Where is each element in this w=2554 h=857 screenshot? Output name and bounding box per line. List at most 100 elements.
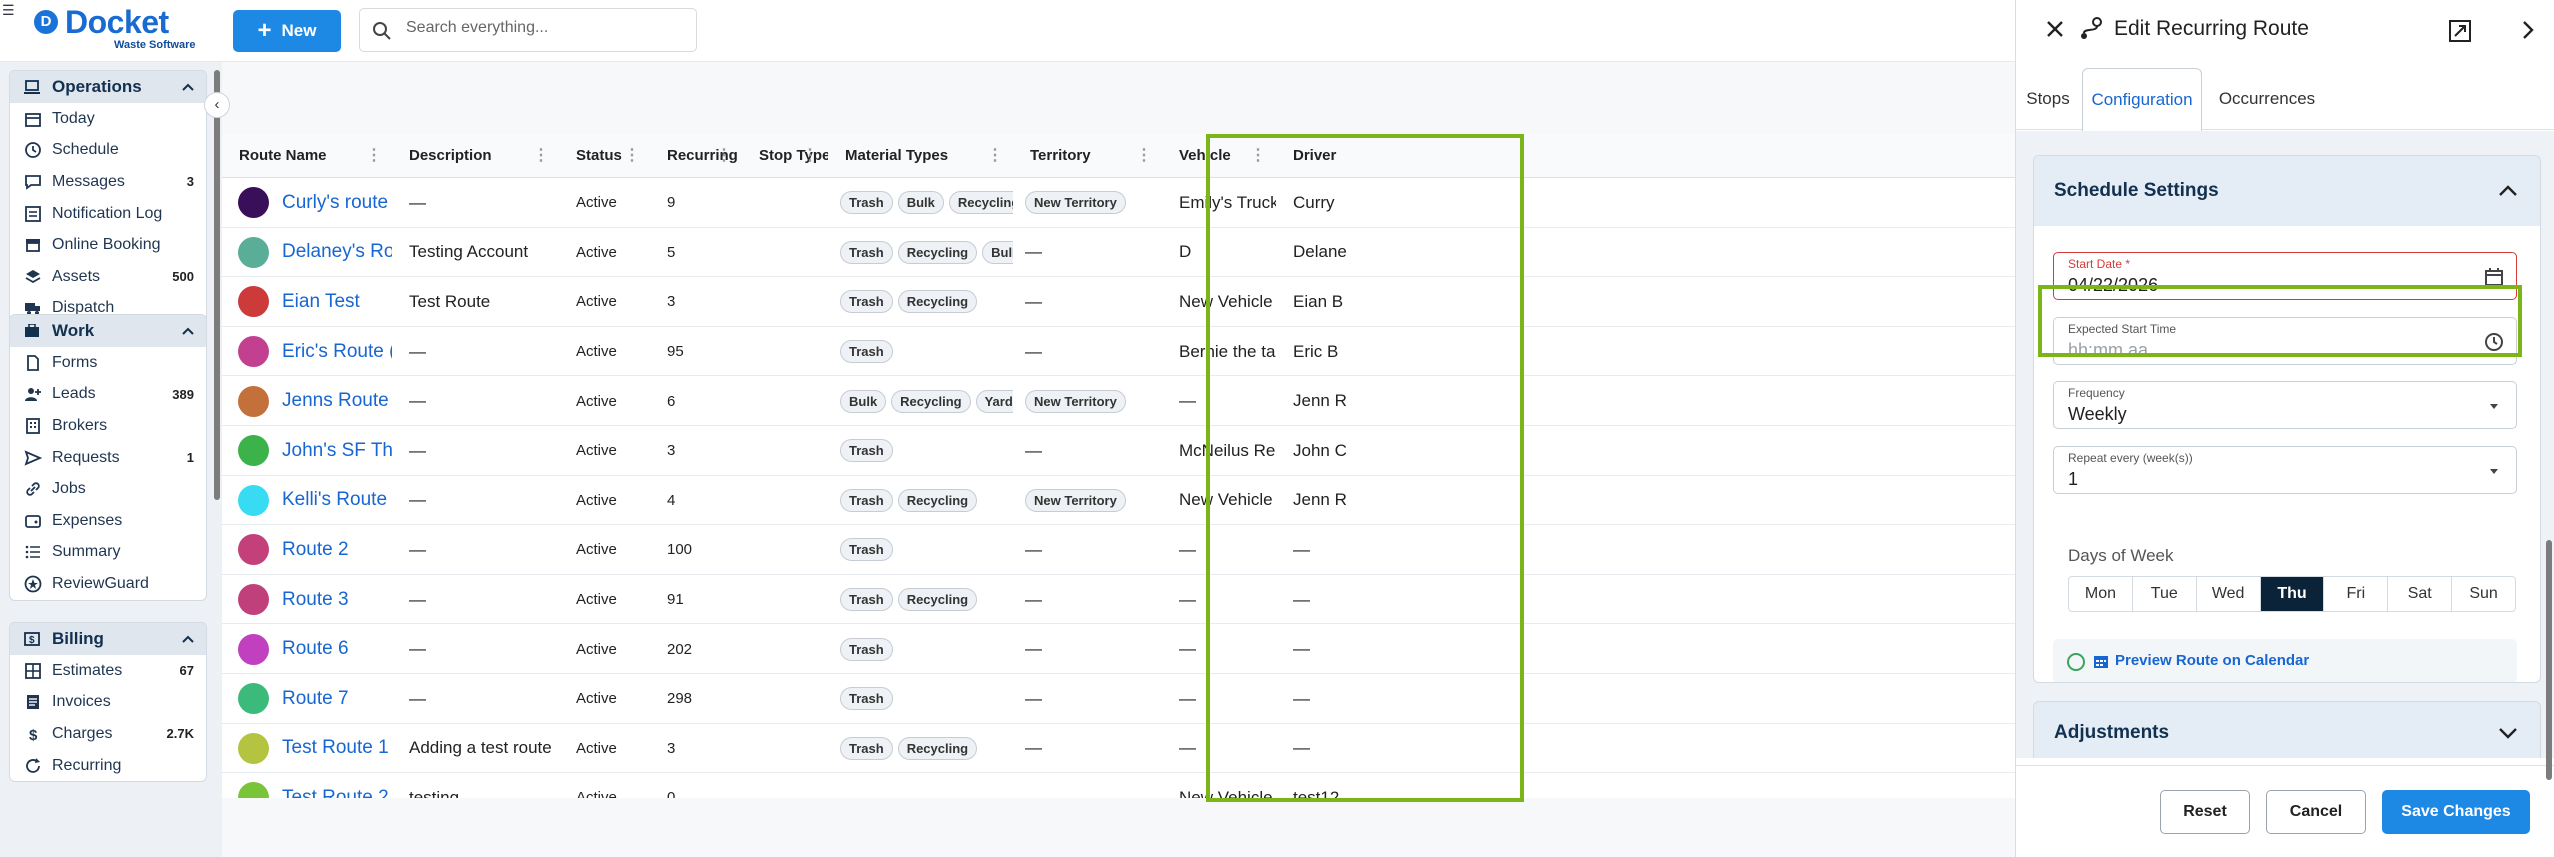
route-name-cell[interactable]: Route 7 [222, 674, 392, 724]
column-header-route-name[interactable]: Route Name ⋮ [222, 134, 392, 178]
column-menu-icon[interactable]: ⋮ [987, 134, 1003, 178]
route-name-link[interactable]: John's SF Thursday [282, 440, 392, 462]
route-name-cell[interactable]: Route 6 [222, 624, 392, 674]
sidebar-item-expenses[interactable]: Expenses [10, 505, 206, 537]
cancel-button[interactable]: Cancel [2266, 790, 2366, 834]
sidebar-scrollbar[interactable] [214, 70, 220, 500]
sidebar-item-notification-log[interactable]: Notification Log [10, 198, 206, 230]
route-name-link[interactable]: Delaney's Route [282, 241, 392, 263]
route-name-cell[interactable]: Test Route 1 [222, 724, 392, 774]
route-name-cell[interactable]: Route 3 [222, 575, 392, 625]
route-name-link[interactable]: Eian Test [282, 291, 360, 313]
table-row[interactable]: Eric's Route (DON'T... — Active 95 Trash — Ber… [222, 326, 2015, 377]
menu-icon[interactable]: ☰ [2, 2, 15, 19]
new-button[interactable]: + New [233, 10, 341, 52]
column-header-stop-types[interactable]: Stop Types⋮ [742, 134, 828, 178]
global-search[interactable] [359, 8, 697, 52]
route-name-link[interactable]: Jenns Route [282, 390, 389, 412]
table-row[interactable]: Route 2 — Active 100 Trash — — — [222, 525, 2015, 575]
day-toggle-wed[interactable]: Wed [2197, 577, 2261, 611]
sidebar-item-messages[interactable]: Messages 3 [10, 166, 206, 198]
route-name-cell[interactable]: Delaney's Route [222, 228, 392, 278]
table-row[interactable]: Route 3 — Active 91 Trash Recycling — — — [222, 574, 2015, 625]
table-row[interactable]: Test Route 2 testing Active 0 — New Vehicle te… [222, 773, 2015, 798]
column-header-territory[interactable]: Territory ⋮ [1013, 134, 1162, 178]
expand-icon[interactable] [2448, 19, 2472, 43]
route-name-cell[interactable]: Kelli's Route [222, 476, 392, 526]
table-row[interactable]: Delaney's Route Testing Account Active 5 Tra… [222, 227, 2015, 278]
calendar-icon[interactable] [2484, 267, 2504, 287]
tab-occurrences[interactable]: Occurrences [2212, 68, 2322, 130]
route-name-cell[interactable]: Eian Test [222, 277, 392, 327]
sidebar-item-leads[interactable]: Leads 389 [10, 379, 206, 411]
column-menu-icon[interactable]: ⋮ [366, 134, 382, 178]
column-menu-icon[interactable]: ⋮ [1250, 134, 1266, 178]
day-toggle-mon[interactable]: Mon [2069, 577, 2133, 611]
column-header-description[interactable]: Description ⋮ [392, 134, 559, 178]
table-row[interactable]: Jenns Route — Active 6 BulkRecyclingYard Was… [222, 376, 2015, 426]
table-row[interactable]: Test Route 1 Adding a test route Active 3 Tr… [222, 723, 2015, 774]
sidebar-item-today[interactable]: Today [10, 103, 206, 135]
route-name-cell[interactable]: Jenns Route [222, 376, 392, 426]
frequency-select[interactable]: Frequency Weekly [2053, 381, 2517, 429]
panel-scrollbar[interactable] [2546, 540, 2552, 780]
day-toggle-thu[interactable]: Thu [2260, 577, 2325, 611]
route-name-link[interactable]: Route 2 [282, 539, 349, 561]
route-name-cell[interactable]: Test Route 2 [222, 773, 392, 798]
sidebar-item-online-booking[interactable]: Online Booking [10, 229, 206, 261]
sidebar-item-brokers[interactable]: Brokers [10, 410, 206, 442]
route-name-cell[interactable]: Curly's route [222, 178, 392, 228]
table-row[interactable]: Route 6 — Active 202 Trash — — — [222, 624, 2015, 674]
column-header-recurring-stops[interactable]: Recurring Stops⋮ [650, 134, 742, 178]
table-row[interactable]: Eian Test Test Route Active 3 Trash Recycling… [222, 277, 2015, 327]
sidebar-item-requests[interactable]: Requests 1 [10, 442, 206, 474]
route-name-link[interactable]: Eric's Route (DON'T... [282, 341, 392, 363]
schedule-settings-header[interactable]: Schedule Settings [2034, 156, 2540, 226]
sidebar-section-header[interactable]: $ Billing [10, 623, 206, 655]
preview-route-button[interactable]: Preview Route on Calendar [2053, 639, 2517, 682]
reset-button[interactable]: Reset [2160, 790, 2250, 834]
sidebar-item-forms[interactable]: Forms [10, 347, 206, 379]
route-name-cell[interactable]: Route 2 [222, 525, 392, 575]
route-name-link[interactable]: Kelli's Route [282, 489, 387, 511]
docket-logo[interactable]: D Docket Waste Software [34, 4, 196, 52]
route-name-link[interactable]: Test Route 1 [282, 737, 389, 759]
sidebar-item-recurring[interactable]: Recurring [10, 750, 206, 782]
day-toggle-sun[interactable]: Sun [2452, 577, 2515, 611]
route-name-link[interactable]: Route 7 [282, 688, 349, 710]
column-menu-icon[interactable]: ⋮ [533, 134, 549, 178]
table-row[interactable]: John's SF Thursday — Active 3 Trash — McNeilus… [222, 425, 2015, 476]
close-icon[interactable] [2044, 18, 2066, 40]
column-header-material-types[interactable]: Material Types ⋮ [828, 134, 1013, 178]
save-changes-button[interactable]: Save Changes [2382, 790, 2530, 834]
sidebar-section-header[interactable]: Operations [10, 71, 206, 103]
tab-configuration[interactable]: Configuration [2082, 68, 2202, 131]
day-toggle-sat[interactable]: Sat [2388, 577, 2453, 611]
sidebar-item-charges[interactable]: $ Charges 2.7K [10, 718, 206, 750]
column-header-status[interactable]: Status ⋮ [559, 134, 650, 178]
route-name-link[interactable]: Test Route 2 [282, 787, 389, 798]
day-toggle-fri[interactable]: Fri [2324, 577, 2389, 611]
route-name-link[interactable]: Route 3 [282, 589, 349, 611]
chevron-right-icon[interactable] [2519, 20, 2537, 40]
table-row[interactable]: Curly's route — Active 9 TrashBulkRecycling N… [222, 178, 2015, 228]
search-input[interactable] [406, 19, 676, 37]
route-name-cell[interactable]: Eric's Route (DON'T... [222, 327, 392, 377]
column-menu-icon[interactable]: ⋮ [624, 134, 640, 178]
start-date-field[interactable]: Start Date * 04/22/2026 [2053, 252, 2517, 300]
table-row[interactable]: Route 7 — Active 298 Trash — — — [222, 673, 2015, 724]
sidebar-item-schedule[interactable]: Schedule [10, 135, 206, 167]
day-toggle-tue[interactable]: Tue [2133, 577, 2197, 611]
column-header-driver[interactable]: Driver [1276, 134, 1396, 178]
adjustments-card[interactable]: Adjustments [2033, 701, 2541, 758]
sidebar-item-assets[interactable]: Assets 500 [10, 261, 206, 293]
clock-icon[interactable] [2484, 332, 2504, 352]
collapse-sidebar-button[interactable]: ‹ [204, 92, 230, 118]
sidebar-item-jobs[interactable]: Jobs [10, 473, 206, 505]
column-menu-icon[interactable]: ⋮ [802, 134, 818, 178]
column-menu-icon[interactable]: ⋮ [716, 134, 732, 178]
repeat-every-select[interactable]: Repeat every (week(s)) 1 [2053, 446, 2517, 494]
expected-start-time-field[interactable]: Expected Start Time hh:mm aa [2053, 317, 2517, 365]
sidebar-item-summary[interactable]: Summary [10, 537, 206, 569]
sidebar-item-estimates[interactable]: Estimates 67 [10, 655, 206, 687]
